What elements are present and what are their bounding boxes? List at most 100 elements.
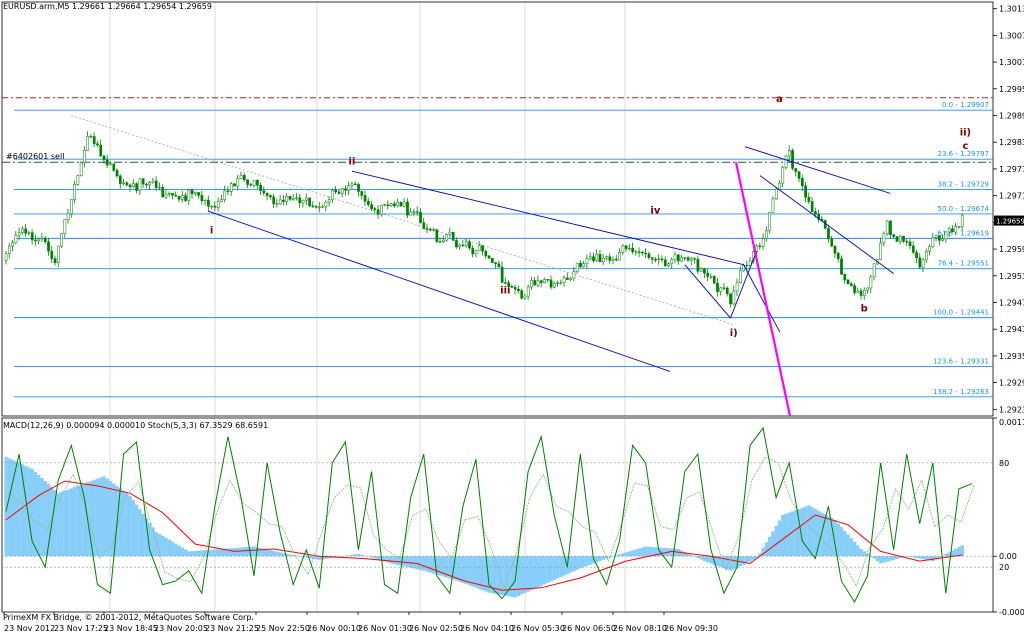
candle-body [138, 178, 142, 191]
candle-body [657, 258, 661, 260]
candle-body [21, 228, 24, 233]
wave-label: iii [500, 286, 510, 297]
candle-body [256, 180, 259, 186]
candle-body [47, 241, 50, 252]
macd-bar [954, 548, 958, 557]
candle-body [836, 252, 840, 259]
candle-body [954, 226, 958, 233]
candle-body [242, 175, 246, 180]
candle-body [712, 276, 716, 284]
price-axis-label: 1.29955 [999, 85, 1024, 94]
candle-body [419, 211, 422, 223]
candle-body [184, 195, 187, 201]
wave-label: ii) [960, 128, 971, 139]
candle-body [667, 263, 670, 266]
candle-body [161, 187, 165, 198]
candle-body [938, 235, 941, 241]
macd-bar [624, 552, 628, 557]
macd-bar [542, 556, 547, 585]
candle-body [650, 257, 654, 260]
candle-body [843, 273, 847, 281]
macd-bar [634, 549, 638, 557]
fibonacci-label: 138.2 - 1.29263 [933, 388, 989, 396]
candle-body [458, 244, 462, 248]
candle-body [275, 203, 279, 205]
fibonacci-label: 0.0 - 1.29907 [942, 101, 989, 109]
candle-body [588, 256, 592, 260]
macd-bar [422, 556, 426, 571]
candle-body [481, 245, 484, 252]
macd-bar [585, 556, 589, 566]
candle-body [347, 185, 351, 191]
macd-bar [875, 556, 880, 562]
indicator-info: MACD(12,26,9) 0.000094 0.000010 Stoch(5,… [3, 421, 269, 430]
candle-body [709, 276, 713, 278]
candle-body [895, 236, 899, 242]
candle-body [66, 213, 70, 220]
candle-body [889, 220, 892, 236]
macd-bar [552, 556, 557, 580]
candle-body [807, 197, 811, 202]
macd-bar [895, 556, 899, 559]
macd-bar [95, 478, 100, 557]
candle-body [389, 203, 393, 206]
candle-body [660, 258, 664, 261]
macd-bar [193, 550, 198, 557]
candle-body [451, 232, 455, 241]
macd-bar [771, 531, 775, 557]
macd-bar [644, 546, 648, 557]
stoch-axis-label: 80 [999, 459, 1009, 468]
candle-body [621, 245, 625, 253]
macd-bar [236, 547, 240, 557]
candle-body [559, 282, 563, 284]
candle-body [552, 282, 556, 288]
candle-body [601, 257, 605, 263]
candle-body [262, 190, 266, 194]
candle-body [644, 252, 648, 255]
macd-bar [63, 490, 67, 557]
candle-body [344, 188, 347, 191]
candle-body [194, 192, 197, 195]
candle-body [415, 211, 419, 213]
candle-body [536, 280, 540, 286]
macd-bar [888, 556, 893, 561]
wave-label: b [861, 303, 868, 314]
candle-body [109, 163, 112, 166]
macd-bar [944, 554, 948, 557]
candle-body [526, 286, 530, 297]
candle-body [435, 229, 439, 242]
candle-body [125, 182, 129, 186]
macd-bar [151, 527, 155, 557]
macd-bar [647, 546, 651, 557]
macd-bar [588, 556, 592, 565]
candle-body [771, 198, 775, 213]
trading-chart[interactable]: 1.30135 1.30075 1.30015 1.29955 1.29895 1.298… [0, 0, 1024, 637]
copyright-text: PrimeXM FX Bridge, © 2001-2012, MetaQuot… [3, 613, 254, 622]
time-axis-label: 26 Nov 00:10 [307, 624, 361, 633]
candle-body [92, 136, 96, 145]
candle-body [774, 188, 778, 200]
candle-body [611, 258, 615, 261]
candle-body [135, 183, 138, 191]
candle-body [360, 191, 364, 196]
candle-body [468, 241, 471, 249]
candle-body [102, 155, 106, 161]
candle-body [605, 256, 608, 259]
macd-bar [412, 556, 416, 569]
candle-body [239, 175, 243, 179]
candle-body [363, 195, 367, 202]
candle-body [608, 256, 612, 261]
macd-bar [216, 549, 220, 557]
candle-body [145, 183, 148, 186]
macd-bar [536, 556, 540, 588]
candle-body [190, 189, 194, 195]
macd-bar [265, 549, 269, 557]
macd-bar [728, 556, 733, 571]
candle-body [510, 286, 514, 288]
macd-bar [69, 488, 74, 557]
candle-body [265, 192, 269, 196]
candle-body [50, 250, 54, 259]
candle-body [383, 204, 386, 206]
candle-body [853, 285, 856, 293]
candle-body [520, 290, 524, 299]
